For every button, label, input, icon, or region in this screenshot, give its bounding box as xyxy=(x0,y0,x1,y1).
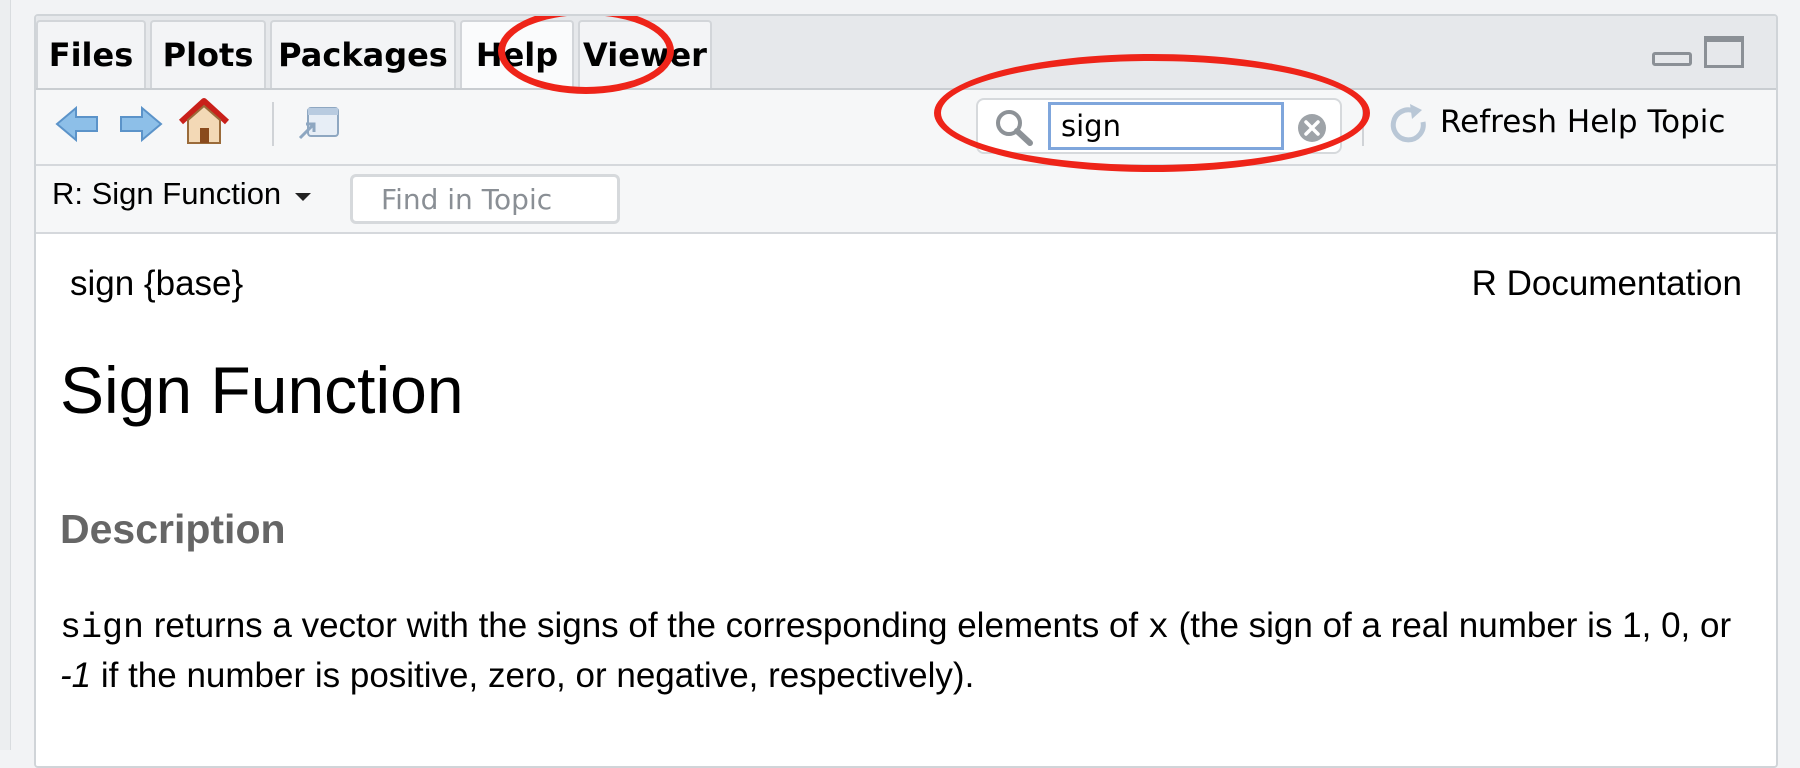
topic-selector[interactable]: R: Sign Function xyxy=(52,176,312,212)
chevron-down-icon xyxy=(295,193,312,201)
minimize-icon[interactable] xyxy=(1652,52,1692,66)
tab-files[interactable]: Files xyxy=(36,20,146,88)
toolbar-separator xyxy=(1362,102,1364,146)
refresh-icon[interactable] xyxy=(1386,102,1432,148)
doc-header-right: R Documentation xyxy=(1471,264,1742,303)
section-heading-description: Description xyxy=(60,506,286,552)
description-part: if the number is positive, zero, or nega… xyxy=(91,656,975,695)
tab-bar: Files Plots Packages Help Viewer xyxy=(36,16,1776,90)
help-document: sign {base} R Documentation Sign Functio… xyxy=(36,234,1776,766)
tab-plots[interactable]: Plots xyxy=(150,20,266,88)
tab-packages[interactable]: Packages xyxy=(270,20,456,88)
find-in-topic-input[interactable] xyxy=(350,174,620,224)
description-text: sign returns a vector with the signs of … xyxy=(60,602,1760,700)
topic-bar: R: Sign Function xyxy=(36,166,1776,234)
help-toolbar: Refresh Help Topic xyxy=(36,90,1776,166)
description-part: returns a vector with the signs of the c… xyxy=(144,606,1148,645)
help-search-box xyxy=(976,98,1342,154)
tab-label: Viewer xyxy=(583,36,707,74)
tab-help[interactable]: Help xyxy=(460,20,574,88)
topic-selector-label: R: Sign Function xyxy=(52,176,282,211)
popout-icon[interactable] xyxy=(296,104,342,144)
description-italic: -1 xyxy=(60,656,92,695)
refresh-help-topic-label[interactable]: Refresh Help Topic xyxy=(1440,104,1725,140)
tab-label: Help xyxy=(475,36,559,74)
help-pane: Files Plots Packages Help Viewer sign Re… xyxy=(34,14,1778,768)
left-pane-edge xyxy=(0,0,11,750)
description-part: (the sign of a real number is 1, 0, or xyxy=(1168,606,1732,645)
search-icon xyxy=(996,110,1033,146)
maximize-icon[interactable] xyxy=(1704,36,1744,68)
code-sign: sign xyxy=(60,608,145,648)
tab-label: Packages xyxy=(278,36,448,74)
toolbar-separator xyxy=(272,102,274,146)
tab-label: Plots xyxy=(162,36,254,74)
help-search-input[interactable] xyxy=(1048,102,1284,150)
page-title: Sign Function xyxy=(60,353,464,427)
forward-arrow-icon[interactable] xyxy=(118,104,164,144)
clear-icon[interactable] xyxy=(1296,112,1328,144)
home-icon[interactable] xyxy=(178,98,230,146)
tab-viewer[interactable]: Viewer xyxy=(578,20,712,88)
back-arrow-icon[interactable] xyxy=(54,104,100,144)
doc-header-left: sign {base} xyxy=(70,264,244,303)
code-x: x xyxy=(1147,608,1169,648)
tab-label: Files xyxy=(48,36,134,74)
